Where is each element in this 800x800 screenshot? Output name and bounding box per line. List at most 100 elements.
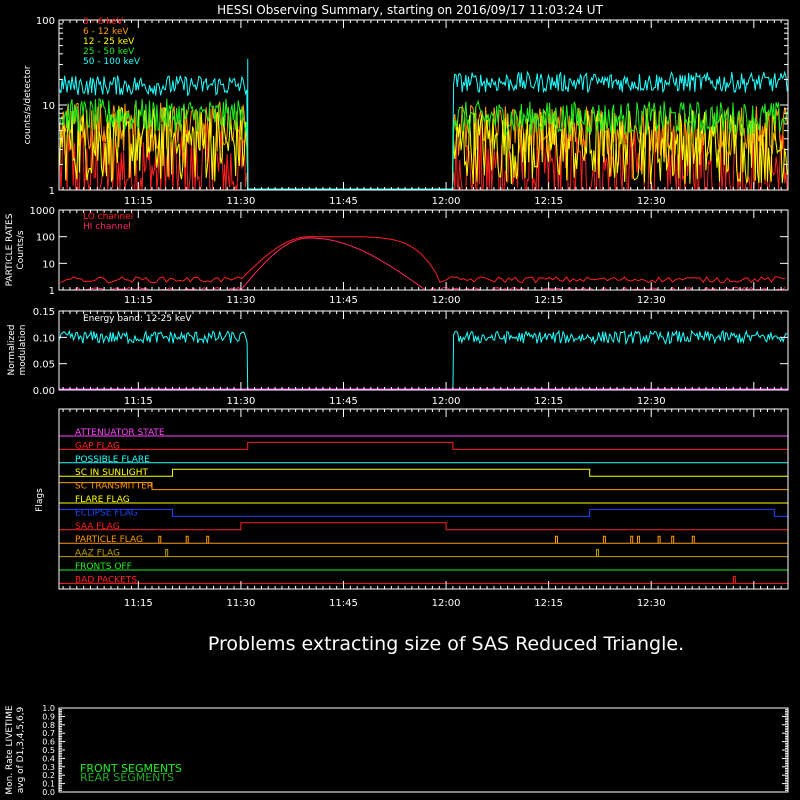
particle-xtick-label: 11:15 — [124, 295, 153, 306]
modulation-xtick-label: 11:30 — [226, 396, 255, 407]
flag-spike — [206, 535, 210, 544]
flag-spike — [671, 535, 675, 544]
livetime-ylabel: Mon. Rate LIVETIME — [5, 705, 15, 795]
particle-xtick-label: 12:15 — [534, 295, 563, 306]
countrate-xtick-label: 12:15 — [534, 196, 563, 207]
livetime-ytick-label: 0.1 — [42, 780, 55, 789]
countrate-legend-entry: 3 - 6 keV — [83, 17, 124, 27]
particle-legend-entry: HI channel — [83, 222, 131, 232]
particle-legend-entry: LO channel — [83, 212, 133, 222]
countrate-ylabel: counts/s/detector — [23, 65, 33, 144]
flag-row-label: ECLIPSE FLAG — [75, 508, 138, 518]
modulation-ytick-label: 0.00 — [33, 386, 55, 397]
flag-row-label: BAD PACKETS — [75, 575, 137, 585]
countrate-ytick-label: 1 — [49, 186, 55, 197]
flags-xtick-label: 11:30 — [226, 598, 255, 609]
modulation-xtick-label: 11:45 — [329, 396, 358, 407]
flags-xtick-label: 12:15 — [534, 598, 563, 609]
particle-xtick-label: 11:45 — [329, 295, 358, 306]
flag-spike — [158, 535, 162, 544]
countrate-xtick-label: 11:15 — [124, 196, 153, 207]
flag-row-label: SC TRANSMITTER — [75, 482, 153, 492]
livetime-ytick-label: 0.7 — [42, 729, 55, 738]
particle-ytick-label: 10 — [42, 259, 55, 270]
countrate-xtick-label: 11:45 — [329, 196, 358, 207]
livetime-ytick-label: 0.2 — [42, 771, 55, 780]
flag-spike — [637, 535, 640, 544]
flag-spike — [596, 549, 599, 557]
modulation-panel — [59, 329, 788, 391]
livetime-ytick-label: 0.6 — [42, 738, 55, 747]
particle-ytick-label: 1 — [49, 286, 55, 297]
hessi-summary-chart: HESSI Observing Summary, starting on 201… — [5, 3, 789, 797]
modulation-ytick-label: 0.10 — [33, 333, 55, 344]
livetime-ylabel: avg of D1,3,4,5,6,9 — [16, 706, 26, 793]
status-message: Problems extracting size of SAS Reduced … — [208, 633, 684, 655]
particle-ytick-label: 100 — [36, 233, 55, 244]
countrate-xtick-label: 12:00 — [432, 196, 461, 207]
livetime-ytick-label: 1.0 — [42, 704, 55, 713]
flag-spike — [657, 535, 661, 544]
livetime-ytick-label: 0.0 — [42, 788, 55, 797]
flags-xtick-label: 12:30 — [637, 598, 666, 609]
particle-ytick-label: 1000 — [30, 206, 55, 217]
modulation-ytick-label: 0.15 — [33, 307, 55, 318]
flag-spike — [555, 535, 558, 544]
livetime-ytick-label: 0.4 — [42, 754, 55, 763]
particle-panel — [60, 236, 786, 291]
modulation-xtick-label: 12:15 — [534, 396, 563, 407]
flag-row-line — [59, 468, 788, 477]
particle-xtick-label: 12:00 — [432, 295, 461, 306]
flag-spike — [165, 549, 169, 557]
flags-xtick-label: 12:00 — [432, 598, 461, 609]
flags-ylabel: Flags — [35, 488, 45, 512]
particle-xtick-label: 11:30 — [226, 295, 255, 306]
livetime-ytick-label: 0.5 — [42, 746, 55, 755]
modulation-xtick-label: 11:15 — [124, 396, 153, 407]
modulation-ylabel: Normalized — [7, 324, 17, 375]
countrate-ytick-label: 10 — [42, 101, 55, 112]
flag-row-label: SAA FLAG — [75, 522, 120, 532]
flags-panel — [59, 435, 788, 584]
flag-spike — [732, 575, 736, 584]
particle-ylabel: PARTICLE RATES — [5, 213, 15, 286]
countrate-legend-entry: 25 - 50 keV — [83, 47, 135, 57]
modulation-xtick-label: 12:00 — [432, 396, 461, 407]
chart-title: HESSI Observing Summary, starting on 201… — [217, 3, 603, 17]
countrate-legend-entry: 6 - 12 keV — [83, 27, 129, 37]
flag-row-line — [59, 441, 788, 450]
flag-row-line — [59, 508, 788, 517]
modulation-series-line — [452, 329, 788, 391]
particle-series-line — [60, 236, 786, 284]
modulation-ylabel: modulation — [18, 325, 28, 376]
livetime-ytick-label: 0.8 — [42, 721, 55, 730]
countrate-legend-entry: 50 - 100 keV — [83, 57, 141, 67]
modulation-annotation: Energy band: 12-25 keV — [83, 314, 192, 324]
flag-row-label: PARTICLE FLAG — [75, 535, 143, 545]
countrate-panel — [59, 58, 788, 192]
modulation-ytick-label: 0.05 — [33, 360, 55, 371]
flag-spike — [602, 535, 606, 544]
flag-spike — [691, 535, 695, 544]
modulation-series-line — [59, 329, 249, 391]
flag-spike — [185, 535, 189, 544]
countrate-legend-entry: 12 - 25 keV — [83, 37, 135, 47]
flag-spike — [630, 535, 634, 544]
flag-row-label: AAZ FLAG — [75, 549, 120, 559]
flag-row-line — [59, 522, 788, 531]
particle-xtick-label: 12:30 — [637, 295, 666, 306]
flag-row-label: GAP FLAG — [75, 441, 120, 451]
modulation-xtick-label: 12:30 — [637, 396, 666, 407]
flag-row-label: POSSIBLE FLARE — [75, 455, 150, 465]
flag-row-line — [59, 482, 788, 491]
countrate-xtick-label: 11:30 — [226, 196, 255, 207]
flag-row-label: ATTENUATOR STATE — [75, 428, 165, 438]
flags-xtick-label: 11:15 — [124, 598, 153, 609]
flag-row-label: SC IN SUNLIGHT — [75, 468, 149, 478]
flag-row-label: FLARE FLAG — [75, 495, 130, 505]
flag-row-label: FRONTS OFF — [75, 562, 132, 572]
particle-ylabel: Counts/s — [16, 230, 26, 269]
livetime-ytick-label: 0.9 — [42, 712, 55, 721]
particle-frame — [58, 209, 789, 291]
countrate-xtick-label: 12:30 — [637, 196, 666, 207]
